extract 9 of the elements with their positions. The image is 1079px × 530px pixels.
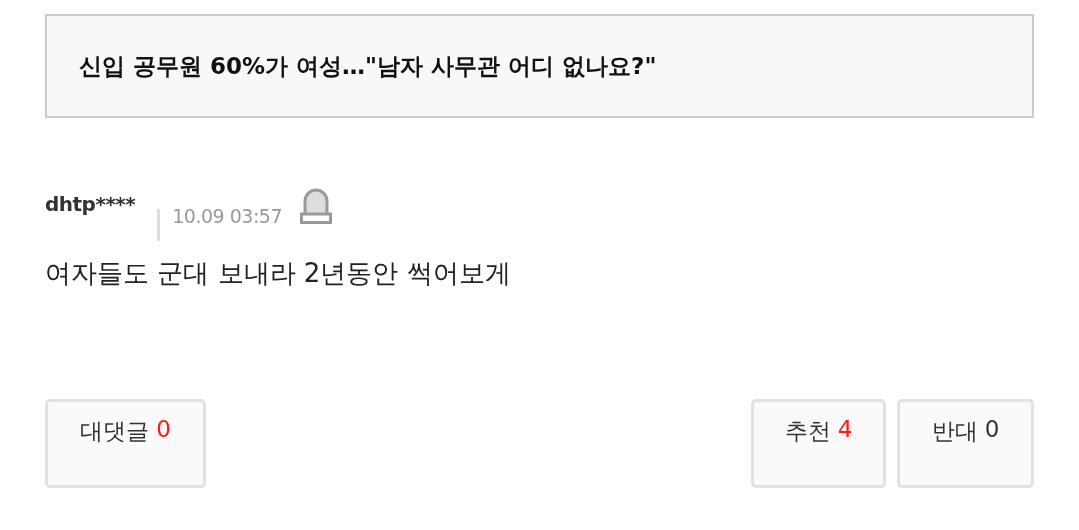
article-title: 신입 공무원 60%가 여성…"남자 사무관 어디 없나요?" [79,51,657,81]
like-button[interactable]: 추천 4 [751,399,886,488]
reply-button[interactable]: 대댓글 0 [45,399,206,488]
report-button[interactable] [299,187,332,224]
siren-icon [299,187,332,224]
comment-time: 10.09 03:57 [172,205,282,227]
author-name: dhtp**** [45,192,136,216]
dislike-button[interactable]: 반대 0 [897,399,1034,488]
comment-text: 여자들도 군대 보내라 2년동안 썩어보게 [45,257,512,290]
